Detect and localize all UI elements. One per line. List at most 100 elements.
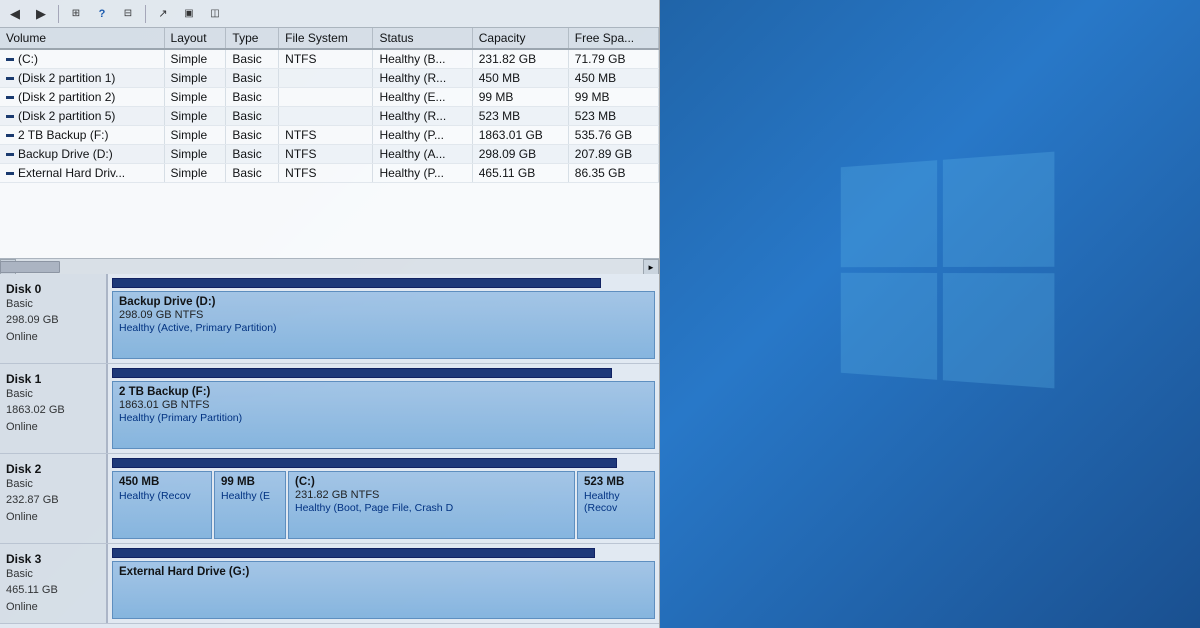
col-freespace[interactable]: Free Spa... bbox=[568, 28, 658, 49]
col-layout[interactable]: Layout bbox=[164, 28, 226, 49]
disk-0-bar bbox=[112, 278, 601, 288]
table-cell-4-5: 1863.01 GB bbox=[472, 126, 568, 145]
disk-2-p3-name: (C:) bbox=[295, 476, 568, 488]
disk-1-part-status: Healthy (Primary Partition) bbox=[119, 412, 648, 424]
disk-1-part-name: 2 TB Backup (F:) bbox=[119, 386, 648, 398]
table-row[interactable]: (Disk 2 partition 5)SimpleBasicHealthy (… bbox=[0, 107, 659, 126]
table-cell-4-4: Healthy (P... bbox=[373, 126, 472, 145]
table-cell-0-5: 231.82 GB bbox=[472, 49, 568, 69]
disk-2-p2-status: Healthy (E bbox=[221, 490, 279, 502]
disk-2-partition-2[interactable]: 99 MB Healthy (E bbox=[214, 471, 286, 539]
table-cell-6-4: Healthy (P... bbox=[373, 164, 472, 183]
disk-3-type: Basic bbox=[6, 567, 100, 582]
col-filesystem[interactable]: File System bbox=[279, 28, 373, 49]
separator-2 bbox=[145, 5, 146, 23]
disk-2-label: Disk 2 Basic 232.87 GB Online bbox=[0, 454, 108, 543]
back-button[interactable]: ◀ bbox=[4, 3, 26, 25]
forward-button[interactable]: ▶ bbox=[30, 3, 52, 25]
table-cell-6-3: NTFS bbox=[279, 164, 373, 183]
disk-2-p1-name: 450 MB bbox=[119, 476, 205, 488]
disk-3-size: 465.11 GB bbox=[6, 583, 100, 598]
table-cell-0-6: 71.79 GB bbox=[568, 49, 658, 69]
disk-1-name: Disk 1 bbox=[6, 372, 100, 386]
col-volume[interactable]: Volume bbox=[0, 28, 164, 49]
disk-2-status: Online bbox=[6, 510, 100, 525]
disk-1-label: Disk 1 Basic 1863.02 GB Online bbox=[0, 364, 108, 453]
col-status[interactable]: Status bbox=[373, 28, 472, 49]
disk-0-partitions: Backup Drive (D:) 298.09 GB NTFS Healthy… bbox=[108, 274, 659, 363]
col-capacity[interactable]: Capacity bbox=[472, 28, 568, 49]
volume-table-area: Volume Layout Type File System Status Ca… bbox=[0, 28, 659, 258]
disk-1-status: Online bbox=[6, 420, 100, 435]
table-row[interactable]: 2 TB Backup (F:)SimpleBasicNTFSHealthy (… bbox=[0, 126, 659, 145]
horizontal-scrollbar[interactable]: ◄ ► bbox=[0, 258, 659, 274]
drive-icon bbox=[6, 58, 14, 61]
disk-2-row: Disk 2 Basic 232.87 GB Online 450 MB Hea… bbox=[0, 454, 659, 544]
scroll-right-arrow[interactable]: ► bbox=[643, 259, 659, 274]
save-button[interactable]: ▣ bbox=[178, 3, 200, 25]
table-cell-0-2: Basic bbox=[226, 49, 279, 69]
table-cell-5-2: Basic bbox=[226, 145, 279, 164]
table-cell-2-3 bbox=[279, 88, 373, 107]
disk-0-partition-1[interactable]: Backup Drive (D:) 298.09 GB NTFS Healthy… bbox=[112, 291, 655, 359]
disk-3-partitions: External Hard Drive (G:) bbox=[108, 544, 659, 623]
table-cell-0-3: NTFS bbox=[279, 49, 373, 69]
disk-2-partitions: 450 MB Healthy (Recov 99 MB Healthy (E (… bbox=[108, 454, 659, 543]
disk-2-p1-status: Healthy (Recov bbox=[119, 490, 205, 502]
disk-3-partition-1[interactable]: External Hard Drive (G:) bbox=[112, 561, 655, 619]
table-cell-1-5: 450 MB bbox=[472, 69, 568, 88]
table-cell-4-1: Simple bbox=[164, 126, 226, 145]
table-row[interactable]: (Disk 2 partition 1)SimpleBasicHealthy (… bbox=[0, 69, 659, 88]
disk-0-size: 298.09 GB bbox=[6, 313, 100, 328]
separator-1 bbox=[58, 5, 59, 23]
disk-1-bar bbox=[112, 368, 612, 378]
disk-3-part-name: External Hard Drive (G:) bbox=[119, 566, 648, 578]
disk-1-type: Basic bbox=[6, 387, 100, 402]
drive-icon bbox=[6, 77, 14, 80]
properties-button[interactable]: ⊞ bbox=[65, 3, 87, 25]
table-cell-2-2: Basic bbox=[226, 88, 279, 107]
disk-1-size: 1863.02 GB bbox=[6, 403, 100, 418]
arrow-button[interactable]: ↗ bbox=[152, 3, 174, 25]
table-cell-6-1: Simple bbox=[164, 164, 226, 183]
col-type[interactable]: Type bbox=[226, 28, 279, 49]
table-row[interactable]: (C:)SimpleBasicNTFSHealthy (B...231.82 G… bbox=[0, 49, 659, 69]
disk-0-label: Disk 0 Basic 298.09 GB Online bbox=[0, 274, 108, 363]
scrollbar-thumb[interactable] bbox=[0, 261, 60, 273]
refresh-button[interactable]: ◫ bbox=[204, 3, 226, 25]
drive-icon bbox=[6, 96, 14, 99]
windows-logo bbox=[830, 160, 1050, 380]
disk-2-partition-4[interactable]: 523 MB Healthy (Recov bbox=[577, 471, 655, 539]
table-cell-0-0: (C:) bbox=[0, 49, 164, 69]
table-cell-6-2: Basic bbox=[226, 164, 279, 183]
table-cell-5-0: Backup Drive (D:) bbox=[0, 145, 164, 164]
toolbar: ◀ ▶ ⊞ ? ⊟ ↗ ▣ ◫ bbox=[0, 0, 659, 28]
table-cell-5-4: Healthy (A... bbox=[373, 145, 472, 164]
properties2-button[interactable]: ⊟ bbox=[117, 3, 139, 25]
table-cell-1-4: Healthy (R... bbox=[373, 69, 472, 88]
disk-3-status: Online bbox=[6, 600, 100, 615]
disk-2-part-row: 450 MB Healthy (Recov 99 MB Healthy (E (… bbox=[112, 471, 655, 539]
table-row[interactable]: (Disk 2 partition 2)SimpleBasicHealthy (… bbox=[0, 88, 659, 107]
table-cell-1-6: 450 MB bbox=[568, 69, 658, 88]
disk-0-type: Basic bbox=[6, 297, 100, 312]
disk-2-p4-name: 523 MB bbox=[584, 476, 648, 488]
table-row[interactable]: External Hard Driv...SimpleBasicNTFSHeal… bbox=[0, 164, 659, 183]
table-cell-0-1: Simple bbox=[164, 49, 226, 69]
table-row[interactable]: Backup Drive (D:)SimpleBasicNTFSHealthy … bbox=[0, 145, 659, 164]
help-button[interactable]: ? bbox=[91, 3, 113, 25]
table-cell-5-5: 298.09 GB bbox=[472, 145, 568, 164]
table-cell-4-3: NTFS bbox=[279, 126, 373, 145]
table-cell-2-0: (Disk 2 partition 2) bbox=[0, 88, 164, 107]
table-cell-3-4: Healthy (R... bbox=[373, 107, 472, 126]
table-cell-3-2: Basic bbox=[226, 107, 279, 126]
disk-2-partition-1[interactable]: 450 MB Healthy (Recov bbox=[112, 471, 212, 539]
disk-2-partition-3[interactable]: (C:) 231.82 GB NTFS Healthy (Boot, Page … bbox=[288, 471, 575, 539]
disk-2-type: Basic bbox=[6, 477, 100, 492]
disk-0-status: Online bbox=[6, 330, 100, 345]
table-cell-2-6: 99 MB bbox=[568, 88, 658, 107]
table-cell-5-1: Simple bbox=[164, 145, 226, 164]
table-cell-1-1: Simple bbox=[164, 69, 226, 88]
disk-3-row: Disk 3 Basic 465.11 GB Online External H… bbox=[0, 544, 659, 624]
disk-1-partition-1[interactable]: 2 TB Backup (F:) 1863.01 GB NTFS Healthy… bbox=[112, 381, 655, 449]
